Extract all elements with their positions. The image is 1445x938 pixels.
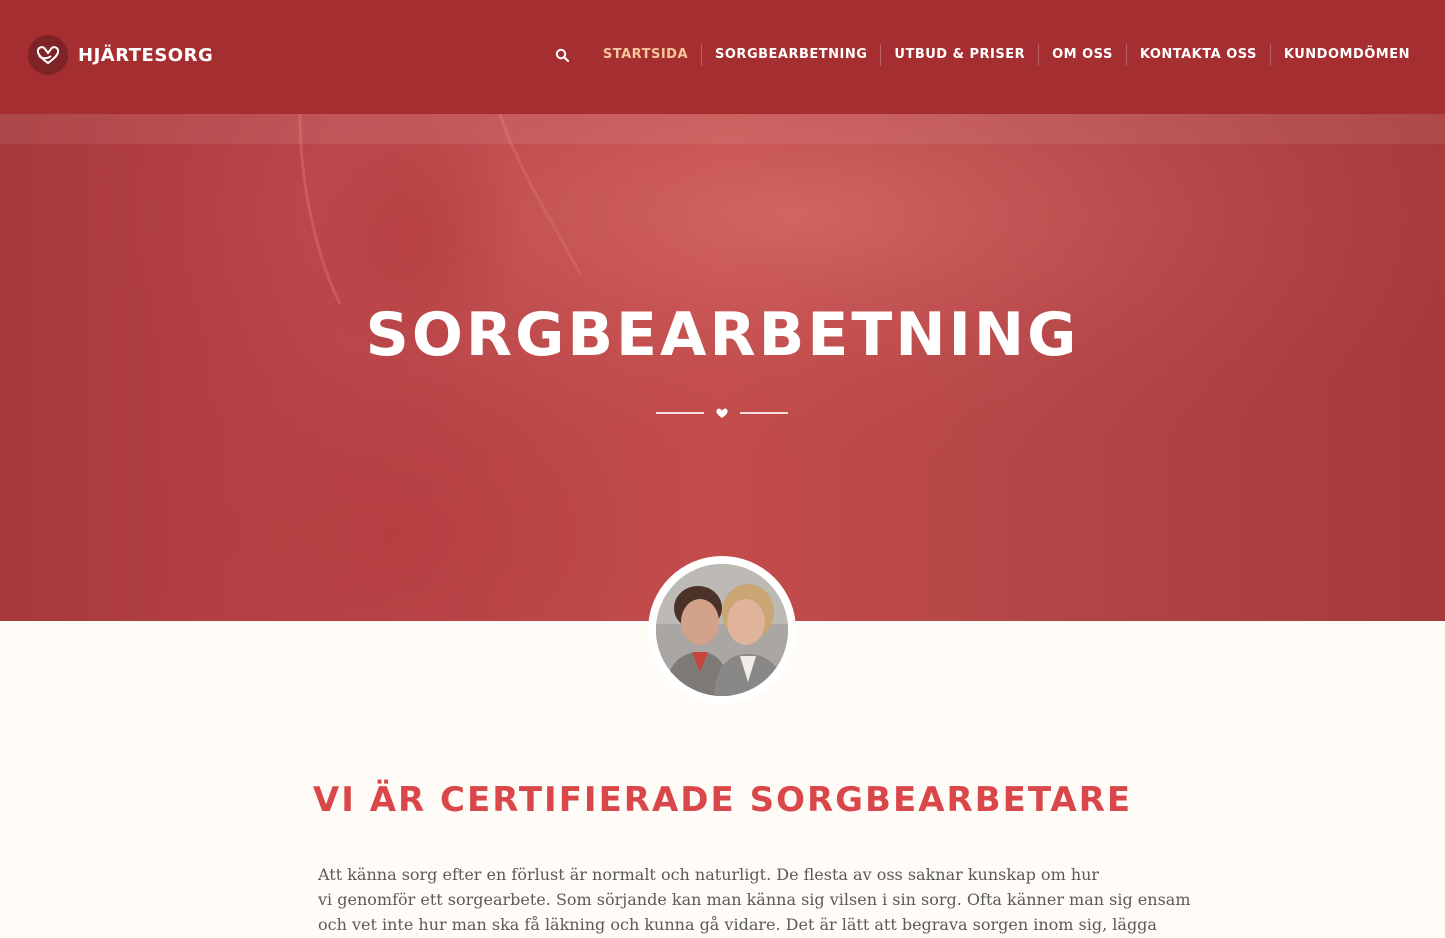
hero-title: SORGBEARBETNING — [365, 300, 1080, 370]
nav-item-om-oss[interactable]: OM OSS — [1038, 44, 1126, 66]
team-photo — [656, 564, 788, 696]
hero-banner: SORGBEARBETNING — [0, 114, 1445, 621]
nav-item-kontakta-oss[interactable]: KONTAKTA OSS — [1125, 44, 1270, 66]
paragraph-line: och vet inte hur man ska få läkning och … — [318, 915, 1157, 934]
nav-item-kundomdomen[interactable]: KUNDOMDÖMEN — [1269, 44, 1423, 66]
section-title: VI ÄR CERTIFIERADE SORGBEARBETARE — [312, 780, 1133, 820]
hero-divider — [656, 406, 788, 420]
intro-paragraph: Att känna sorg efter en förlust är norma… — [318, 862, 1191, 937]
heart-icon — [716, 408, 728, 418]
paragraph-line: vi genomför ett sorgearbete. Som sörjand… — [318, 890, 1191, 909]
top-header: HJÄRTESORG STARTSIDA SORGBEARBETNING UTB… — [0, 0, 1445, 114]
site-logo[interactable]: HJÄRTESORG — [28, 35, 213, 75]
heart-hands-icon — [28, 35, 68, 75]
paragraph-line: Att känna sorg efter en förlust är norma… — [318, 865, 1100, 884]
search-icon[interactable] — [550, 44, 574, 66]
nav-item-sorgbearbetning[interactable]: SORGBEARBETNING — [701, 44, 880, 66]
nav-item-utbud-priser[interactable]: UTBUD & PRISER — [880, 44, 1038, 66]
nav-item-startsida[interactable]: STARTSIDA — [590, 44, 701, 66]
team-avatar — [648, 556, 796, 704]
main-nav: STARTSIDA SORGBEARBETNING UTBUD & PRISER… — [550, 44, 1423, 66]
brand-name: HJÄRTESORG — [78, 44, 214, 66]
